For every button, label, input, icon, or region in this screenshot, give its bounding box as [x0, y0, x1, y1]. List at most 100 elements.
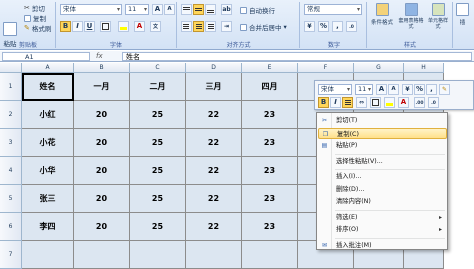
align-center-button[interactable]	[193, 21, 204, 32]
percent-button[interactable]: %	[318, 21, 329, 32]
mini-format-painter-button[interactable]: ✎	[439, 84, 450, 95]
mini-font-color-button[interactable]: A	[398, 97, 409, 108]
cell-c5[interactable]: 25	[130, 185, 186, 213]
menu-item-9[interactable]: ✉ 插入批注(M)	[318, 240, 447, 251]
comma-button[interactable]: ,	[332, 21, 343, 32]
increase-decimal-button[interactable]: .0	[346, 21, 357, 32]
number-format-combo[interactable]: 常规	[304, 4, 362, 15]
format-table-button[interactable]: 套用表格格式	[398, 3, 424, 30]
cell-b3[interactable]: 20	[74, 129, 130, 157]
menu-item-6[interactable]: 清除内容(N)	[318, 196, 447, 207]
font-color-button[interactable]: A	[134, 21, 145, 32]
menu-item-3[interactable]: 选择性粘贴(V)...	[318, 156, 447, 167]
cell-c7[interactable]	[130, 241, 186, 269]
mini-font-size-combo[interactable]: 11	[355, 84, 373, 95]
cell-d3[interactable]: 22	[186, 129, 242, 157]
format-painter-button[interactable]: ✎ 格式刷	[24, 23, 51, 33]
cell-e5[interactable]: 23	[242, 185, 298, 213]
cell-e3[interactable]: 23	[242, 129, 298, 157]
conditional-format-button[interactable]: 条件格式	[368, 3, 396, 26]
merge-center-button[interactable]: 合并后居中 ▾	[240, 22, 287, 32]
copy-button[interactable]: 复制	[24, 13, 46, 23]
wrap-text-button[interactable]: 自动换行	[240, 5, 275, 15]
column-header-d[interactable]: D	[186, 63, 242, 73]
row-header-1[interactable]: 1	[0, 73, 22, 101]
cut-button[interactable]: ✂ 剪切	[24, 3, 45, 13]
cell-b1[interactable]: 一月	[74, 73, 130, 101]
cell-b5[interactable]: 20	[74, 185, 130, 213]
row-header-7[interactable]: 7	[0, 241, 22, 269]
cell-b6[interactable]: 20	[74, 213, 130, 241]
cell-a7[interactable]	[22, 241, 74, 269]
cell-a5[interactable]: 张三	[22, 185, 74, 213]
menu-item-8[interactable]: 排序(O) ▸	[318, 224, 447, 235]
mini-font-name-combo[interactable]: 宋体	[318, 84, 352, 95]
column-header-h[interactable]: H	[404, 63, 444, 73]
cell-a6[interactable]: 李四	[22, 213, 74, 241]
cell-d4[interactable]: 22	[186, 157, 242, 185]
mini-decrease-decimal-button[interactable]: .00	[414, 97, 425, 108]
cell-a2[interactable]: 小红	[22, 101, 74, 129]
row-header-5[interactable]: 5	[0, 185, 22, 213]
mini-merge-button[interactable]: ⇔	[356, 97, 367, 108]
cell-b4[interactable]: 20	[74, 157, 130, 185]
column-header-c[interactable]: C	[130, 63, 186, 73]
cell-e7[interactable]	[242, 241, 298, 269]
mini-percent-button[interactable]: %	[414, 84, 425, 95]
shrink-font-button[interactable]: A	[164, 4, 175, 15]
orientation-button[interactable]: ab	[221, 4, 232, 15]
name-box[interactable]: A1	[2, 52, 90, 61]
mini-grow-font-button[interactable]: A	[376, 84, 387, 95]
grow-font-button[interactable]: A	[152, 4, 163, 15]
row-header-6[interactable]: 6	[0, 213, 22, 241]
cell-d7[interactable]	[186, 241, 242, 269]
font-size-combo[interactable]: 11	[125, 4, 149, 15]
font-name-combo[interactable]: 宋体	[60, 4, 122, 15]
cell-d6[interactable]: 22	[186, 213, 242, 241]
align-right-button[interactable]	[205, 21, 216, 32]
column-header-a[interactable]: A	[22, 63, 74, 73]
cell-b7[interactable]	[74, 241, 130, 269]
cell-d1[interactable]: 三月	[186, 73, 242, 101]
row-header-3[interactable]: 3	[0, 129, 22, 157]
currency-button[interactable]: ¥	[304, 21, 315, 32]
border-button[interactable]	[100, 21, 111, 32]
mini-align-center-button[interactable]	[342, 97, 353, 108]
column-header-e[interactable]: E	[242, 63, 298, 73]
align-bottom-button[interactable]	[205, 4, 216, 15]
column-header-b[interactable]: B	[74, 63, 130, 73]
menu-item-7[interactable]: 筛选(E) ▸	[318, 212, 447, 223]
italic-button[interactable]: I	[72, 21, 83, 32]
menu-item-1[interactable]: ❐ 复制(C)	[318, 127, 447, 139]
align-left-button[interactable]	[181, 21, 192, 32]
cell-e2[interactable]: 23	[242, 101, 298, 129]
mini-fill-color-button[interactable]	[384, 97, 395, 108]
cell-c6[interactable]: 25	[130, 213, 186, 241]
cell-e1[interactable]: 四月	[242, 73, 298, 101]
cell-e4[interactable]: 23	[242, 157, 298, 185]
formula-input[interactable]: 姓名	[122, 52, 472, 61]
fill-color-button[interactable]	[118, 21, 129, 32]
mini-currency-button[interactable]: ¥	[402, 84, 413, 95]
phonetic-button[interactable]: 文	[150, 21, 161, 32]
cell-c1[interactable]: 二月	[130, 73, 186, 101]
function-icon[interactable]: fx	[96, 52, 103, 60]
cell-c4[interactable]: 25	[130, 157, 186, 185]
mini-bold-button[interactable]: B	[318, 97, 329, 108]
mini-increase-decimal-button[interactable]: .0	[428, 97, 439, 108]
menu-item-5[interactable]: 删除(D)...	[318, 184, 447, 195]
select-all-corner[interactable]	[0, 63, 22, 73]
underline-button[interactable]: U	[84, 21, 95, 32]
menu-item-2[interactable]: ▤ 粘贴(P)	[318, 140, 447, 151]
align-middle-button[interactable]	[193, 4, 204, 15]
menu-item-4[interactable]: 插入(I)...	[318, 171, 447, 182]
menu-item-0[interactable]: ✂ 剪切(T)	[318, 115, 447, 126]
cell-d2[interactable]: 22	[186, 101, 242, 129]
row-header-2[interactable]: 2	[0, 101, 22, 129]
cell-e6[interactable]: 23	[242, 213, 298, 241]
insert-cells-button[interactable]: 插	[456, 3, 469, 26]
row-header-4[interactable]: 4	[0, 157, 22, 185]
indent-button[interactable]: ⇥	[221, 21, 232, 32]
cell-styles-button[interactable]: 单元格样式	[426, 3, 450, 30]
bold-button[interactable]: B	[60, 21, 71, 32]
